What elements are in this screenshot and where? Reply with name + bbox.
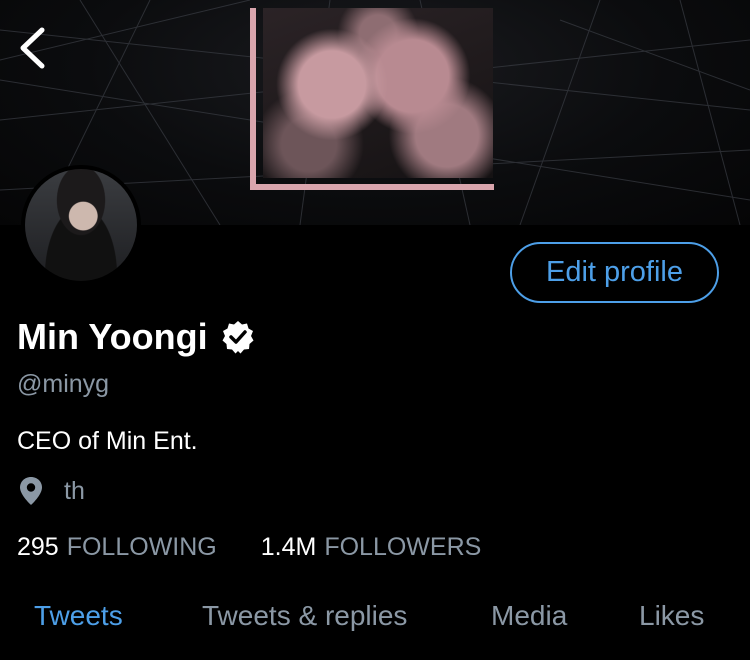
location-row: th — [18, 476, 85, 506]
name-row: Min Yoongi — [17, 316, 256, 358]
profile-tabs: Tweets Tweets & replies Media Likes — [0, 600, 750, 650]
avatar[interactable] — [21, 165, 141, 285]
location-text: th — [64, 476, 85, 505]
user-handle: @minyg — [17, 370, 110, 398]
banner-flower-image — [263, 8, 493, 178]
verified-badge-icon — [222, 321, 254, 354]
tab-likes[interactable]: Likes — [639, 600, 704, 632]
follow-stats: 295 FOLLOWING 1.4M FOLLOWERS — [17, 533, 481, 562]
tab-tweets-and-replies[interactable]: Tweets & replies — [202, 600, 407, 632]
edit-profile-button[interactable]: Edit profile — [510, 242, 719, 303]
bio-text: CEO of Min Ent. — [17, 427, 198, 455]
following-stat[interactable]: 295 FOLLOWING — [17, 533, 217, 562]
followers-stat[interactable]: 1.4M FOLLOWERS — [261, 533, 482, 562]
location-pin-icon — [20, 477, 42, 505]
profile-page: Edit profile Min Yoongi @minyg CEO of Mi… — [0, 0, 750, 660]
following-label: FOLLOWING — [66, 533, 217, 561]
tab-media[interactable]: Media — [491, 600, 567, 632]
followers-count: 1.4M — [260, 533, 317, 561]
following-count: 295 — [17, 533, 59, 561]
tab-tweets[interactable]: Tweets — [34, 600, 123, 632]
avatar-image — [25, 169, 137, 281]
display-name: Min Yoongi — [17, 316, 208, 357]
followers-label: FOLLOWERS — [324, 533, 482, 561]
chevron-left-icon — [20, 27, 45, 69]
back-button[interactable] — [12, 24, 52, 72]
